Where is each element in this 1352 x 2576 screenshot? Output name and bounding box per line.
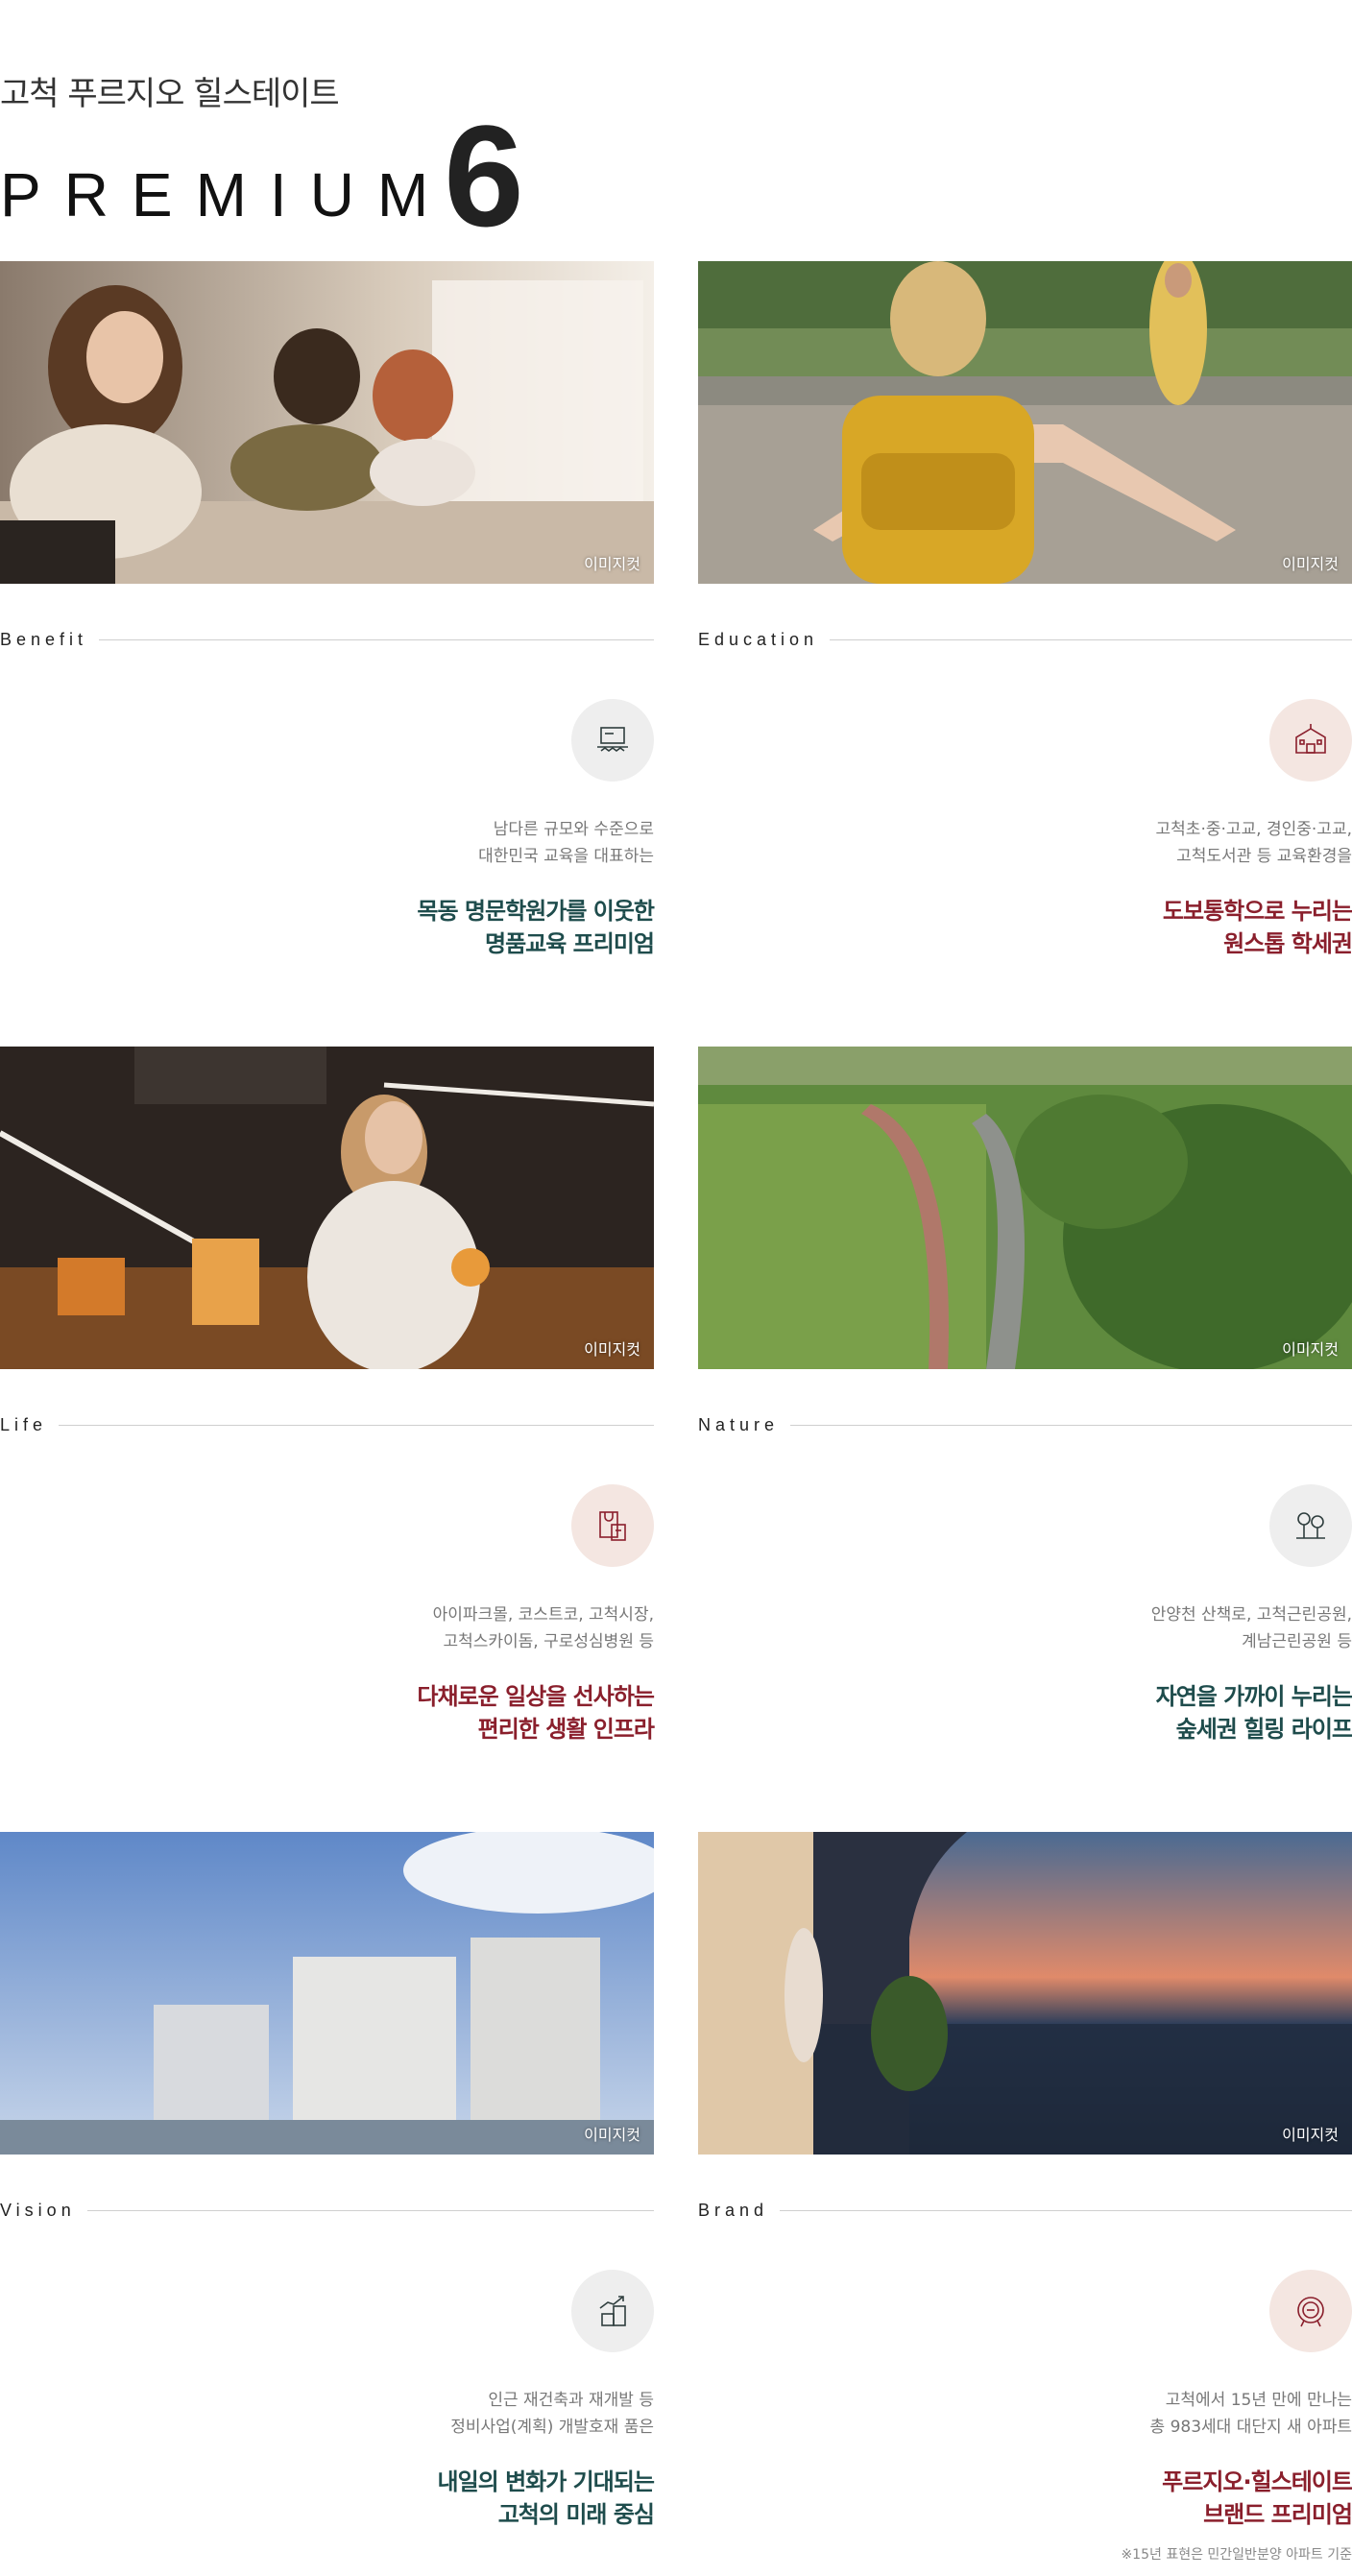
card-headline: 자연을 가까이 누리는 숲세권 힐링 라이프	[1156, 1680, 1352, 1745]
card-nature: 이미지컷 Nature 안양천 산책로, 고척근린공원, 계남근린공원 등 자연…	[698, 1047, 1352, 1776]
photo-balcony-night-view: 이미지컷	[698, 1832, 1352, 2155]
desc-line: 고척초·중·고교, 경인중·고교,	[1155, 820, 1352, 839]
premium-logo: PREMIUM 6	[0, 95, 524, 256]
desc-line: 고척에서 15년 만에 만나는	[1165, 2391, 1352, 2410]
category-label: Benefit	[0, 630, 88, 649]
card-headline: 다채로운 일상을 선사하는 편리한 생활 인프라	[417, 1680, 655, 1745]
headline-line: 자연을 가까이 누리는	[1155, 1683, 1352, 1710]
card-headline: 목동 명문학원가를 이웃한 명품교육 프리미엄	[417, 895, 655, 960]
photo-woman-shopping: 이미지컷	[0, 1047, 654, 1369]
headline-line: 푸르지오·힐스테이트	[1162, 2468, 1352, 2495]
card-description: 남다른 규모와 수준으로 대한민국 교육을 대표하는	[478, 816, 654, 870]
category-label: Vision	[0, 2201, 76, 2220]
desc-line: 남다른 규모와 수준으로	[493, 820, 654, 839]
growth-building-icon	[571, 2270, 654, 2352]
image-tag: 이미지컷	[1282, 2126, 1339, 2144]
card-description: 아이파크몰, 코스트코, 고척시장, 고척스카이돔, 구로성심병원 등	[433, 1601, 654, 1655]
desc-line: 정비사업(계획) 개발호재 품은	[450, 2418, 654, 2437]
photo-girl-backpack: 이미지컷	[698, 261, 1352, 584]
desc-line: 안양천 산책로, 고척근린공원,	[1150, 1605, 1352, 1625]
headline-line: 명품교육 프리미엄	[485, 930, 655, 957]
desc-line: 아이파크몰, 코스트코, 고척시장,	[432, 1605, 654, 1625]
divider-line	[86, 2210, 654, 2211]
card-brand: 이미지컷 Brand 고척에서 15년 만에 만나는 총 983세대 대단지 새…	[698, 1832, 1352, 2563]
card-description: 인근 재건축과 재개발 등 정비사업(계획) 개발호재 품은	[450, 2387, 654, 2441]
divider-line	[99, 639, 654, 640]
shopping-icon	[571, 1484, 654, 1567]
divider-line	[830, 639, 1352, 640]
category-row: Life	[0, 1415, 654, 1435]
headline-line: 내일의 변화가 기대되는	[437, 2468, 655, 2495]
photo-children-studying: 이미지컷	[0, 261, 654, 584]
desc-line: 계남근린공원 등	[1242, 1632, 1352, 1651]
image-tag: 이미지컷	[584, 2126, 640, 2144]
card-headline: 내일의 변화가 기대되는 고척의 미래 중심	[437, 2466, 655, 2531]
divider-line	[780, 2210, 1352, 2211]
image-tag: 이미지컷	[1282, 1340, 1339, 1359]
image-tag: 이미지컷	[584, 1340, 640, 1359]
card-headline: 도보통학으로 누리는 원스톱 학세권	[1163, 895, 1352, 960]
card-life: 이미지컷 Life 아이파크몰, 코스트코, 고척시장, 고척스카이돔, 구로성…	[0, 1047, 655, 1776]
headline-line: 목동 명문학원가를 이웃한	[417, 898, 655, 925]
headline-line: 브랜드 프리미엄	[1203, 2501, 1352, 2528]
classroom-icon	[571, 699, 654, 782]
card-education: 이미지컷 Education 고척초·중·고교, 경인중·고교, 고척도서관 등…	[698, 261, 1352, 991]
divider-line	[59, 1425, 654, 1426]
card-description: 안양천 산책로, 고척근린공원, 계남근린공원 등	[1151, 1601, 1352, 1655]
photo-apartment-towers: 이미지컷	[0, 1832, 654, 2155]
desc-line: 총 983세대 대단지 새 아파트	[1149, 2418, 1352, 2437]
image-tag: 이미지컷	[1282, 555, 1339, 573]
category-row: Brand	[698, 2201, 1352, 2221]
school-icon	[1269, 699, 1352, 782]
desc-line: 고척스카이돔, 구로성심병원 등	[443, 1632, 654, 1651]
desc-line: 인근 재건축과 재개발 등	[488, 2391, 654, 2410]
card-benefit: 이미지컷 Benefit 남다른 규모와 수준으로 대한민국 교육을 대표하는 …	[0, 261, 655, 991]
divider-line	[790, 1425, 1352, 1426]
category-label: Life	[0, 1415, 48, 1434]
category-label: Brand	[698, 2201, 769, 2220]
category-row: Nature	[698, 1415, 1352, 1435]
headline-line: 다채로운 일상을 선사하는	[417, 1683, 655, 1710]
trees-icon	[1269, 1484, 1352, 1567]
headline-line: 도보통학으로 누리는	[1162, 898, 1352, 925]
category-row: Vision	[0, 2201, 654, 2221]
card-headline: 푸르지오·힐스테이트 브랜드 프리미엄	[1162, 2466, 1352, 2531]
card-vision: 이미지컷 Vision 인근 재건축과 재개발 등 정비사업(계획) 개발호재 …	[0, 1832, 655, 2562]
category-row: Benefit	[0, 630, 654, 650]
desc-line: 고척도서관 등 교육환경을	[1176, 847, 1352, 866]
headline-line: 원스톱 학세권	[1223, 930, 1352, 957]
premium-word: PREMIUM	[0, 160, 452, 229]
brand-emblem-icon	[1269, 2270, 1352, 2352]
headline-line: 숲세권 힐링 라이프	[1175, 1716, 1352, 1743]
headline-line: 고척의 미래 중심	[497, 2501, 655, 2528]
image-tag: 이미지컷	[584, 555, 640, 573]
category-label: Education	[698, 630, 819, 649]
category-label: Nature	[698, 1415, 780, 1434]
page-header: 고척 푸르지오 힐스테이트 PREMIUM 6	[0, 67, 524, 256]
card-description: 고척에서 15년 만에 만나는 총 983세대 대단지 새 아파트	[1150, 2387, 1352, 2441]
category-row: Education	[698, 630, 1352, 650]
card-description: 고척초·중·고교, 경인중·고교, 고척도서관 등 교육환경을	[1156, 816, 1352, 870]
photo-riverside-trail: 이미지컷	[698, 1047, 1352, 1369]
desc-line: 대한민국 교육을 대표하는	[478, 847, 654, 866]
headline-line: 편리한 생활 인프라	[477, 1716, 655, 1743]
footnote: ※15년 표현은 민간일반분양 아파트 기준	[1121, 2547, 1352, 2563]
premium-number: 6	[444, 95, 524, 256]
